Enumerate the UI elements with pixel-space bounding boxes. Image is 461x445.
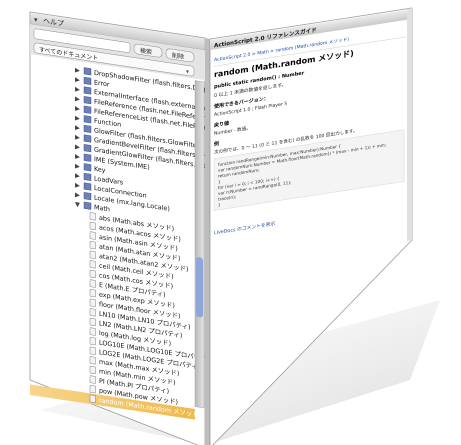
- tree-scrollbar-thumb[interactable]: [196, 257, 203, 318]
- class-book-icon: [83, 124, 92, 133]
- doc-example-heading: 例: [214, 140, 219, 148]
- tree-toggle-icon[interactable]: ▶: [75, 171, 80, 180]
- page-icon: [89, 298, 96, 307]
- page-icon: [89, 241, 96, 250]
- class-book-icon: [83, 182, 92, 191]
- page-icon: [89, 356, 96, 365]
- tree-open-icon[interactable]: ▼: [75, 200, 80, 209]
- tree-toggle-icon[interactable]: ▶: [75, 85, 80, 94]
- class-book-icon: [83, 201, 92, 210]
- tree-toggle-icon[interactable]: ▶: [75, 181, 80, 190]
- code-line: }: [218, 202, 221, 207]
- class-book-icon: [83, 86, 92, 95]
- class-book-icon: [83, 134, 92, 143]
- class-book-icon: [83, 172, 92, 181]
- page-icon: [89, 365, 96, 375]
- chevron-down-icon: ▾: [186, 68, 189, 75]
- help-window-scene: ▾ ヘルプ 検索 削除 すべてのドキュメント ▾ ▶ DropShadowFilt…: [0, 0, 461, 445]
- class-book-icon: [83, 76, 92, 85]
- tree-toggle-icon[interactable]: ▶: [75, 114, 80, 123]
- page-icon: [89, 269, 96, 279]
- panel-collapse-icon[interactable]: ▾: [34, 15, 38, 25]
- tree-toggle-icon[interactable]: ▶: [75, 75, 80, 84]
- tree-toggle-icon[interactable]: ▶: [75, 152, 80, 161]
- tree-toggle-icon[interactable]: ▶: [75, 66, 80, 75]
- doc-scrollbar[interactable]: [407, 8, 412, 241]
- page-icon: [89, 221, 96, 231]
- class-book-icon: [83, 192, 92, 201]
- class-book-icon: [83, 163, 92, 172]
- page-icon: [89, 279, 96, 288]
- tree-toggle-icon[interactable]: ▶: [75, 95, 80, 104]
- page-icon: [89, 250, 96, 259]
- page-icon: [89, 289, 96, 298]
- page-icon: [89, 260, 96, 269]
- class-book-icon: [83, 115, 92, 124]
- page-icon: [89, 385, 96, 394]
- class-book-icon: [83, 67, 92, 76]
- tree-toggle-icon[interactable]: ▶: [75, 162, 80, 171]
- page-icon: [89, 327, 96, 336]
- page-icon: [89, 346, 96, 355]
- tree-toggle-icon[interactable]: ▶: [75, 143, 80, 152]
- class-book-icon: [83, 105, 92, 114]
- tree-toggle-icon[interactable]: ▶: [75, 123, 80, 132]
- class-book-icon: [83, 153, 92, 162]
- pane-divider[interactable]: [205, 38, 210, 445]
- tree-toggle-icon[interactable]: ▶: [75, 133, 80, 142]
- page-icon: [89, 231, 96, 240]
- tree-toggle-icon[interactable]: ▶: [75, 104, 80, 113]
- tree-scrollbar[interactable]: [194, 80, 205, 409]
- page-icon: [89, 317, 96, 327]
- page-icon: [89, 375, 96, 384]
- tree-toggle-icon[interactable]: ▶: [75, 191, 80, 200]
- class-book-icon: [83, 144, 92, 153]
- class-book-icon: [83, 96, 92, 105]
- code-line: }: [218, 179, 221, 184]
- page-icon: [89, 308, 96, 317]
- page-icon: [89, 337, 96, 346]
- page-icon: [89, 394, 96, 403]
- doc-panel: ActionScript 2.0 リファレンスガイド ActionScript …: [209, 7, 413, 445]
- page-icon: [89, 212, 96, 221]
